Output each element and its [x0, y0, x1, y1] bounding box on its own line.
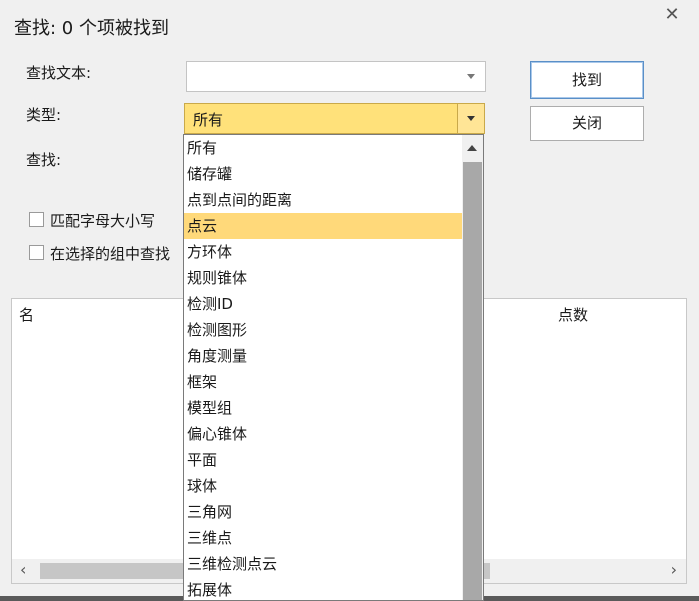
type-value: 所有: [193, 111, 224, 129]
dropdown-item[interactable]: 所有: [184, 135, 462, 161]
dropdown-item[interactable]: 检测ID: [184, 291, 462, 317]
dropdown-item[interactable]: 点云: [184, 213, 462, 239]
dropdown-item[interactable]: 偏心锥体: [184, 421, 462, 447]
search-in-selection-checkbox[interactable]: [29, 245, 44, 260]
dropdown-item[interactable]: 检测图形: [184, 317, 462, 343]
find-text-label: 查找文本:: [26, 64, 92, 82]
dropdown-item[interactable]: 拓展体: [184, 577, 462, 600]
chevron-up-icon[interactable]: [467, 145, 477, 151]
chevron-down-icon[interactable]: [457, 104, 484, 133]
dropdown-item[interactable]: 三维检测点云: [184, 551, 462, 577]
match-case-label: 匹配字母大小写: [50, 212, 156, 230]
search-in-selection-label: 在选择的组中查找: [50, 245, 171, 263]
dropdown-item[interactable]: 三角网: [184, 499, 462, 525]
dropdown-items: 所有 储存罐 点到点间的距离 点云 方环体 规则锥体 检测ID 检测图形 角度测量 框架 模型组 偏心…: [184, 135, 462, 600]
dropdown-item[interactable]: 平面: [184, 447, 462, 473]
dropdown-item[interactable]: 方环体: [184, 239, 462, 265]
type-label: 类型:: [26, 106, 62, 124]
dropdown-item[interactable]: 框架: [184, 369, 462, 395]
dropdown-item[interactable]: 球体: [184, 473, 462, 499]
dropdown-item[interactable]: 角度测量: [184, 343, 462, 369]
dropdown-item[interactable]: 模型组: [184, 395, 462, 421]
find-text-combobox[interactable]: [186, 61, 486, 92]
dropdown-item[interactable]: 点到点间的距离: [184, 187, 462, 213]
vertical-scroll-thumb[interactable]: [463, 162, 482, 600]
dropdown-item[interactable]: 储存罐: [184, 161, 462, 187]
type-combobox[interactable]: 所有: [184, 103, 485, 134]
find-button[interactable]: 找到: [530, 61, 644, 99]
chevron-left-icon[interactable]: ‹: [20, 560, 26, 579]
dropdown-item[interactable]: 规则锥体: [184, 265, 462, 291]
close-icon[interactable]: ✕: [662, 5, 682, 25]
vertical-scrollbar[interactable]: [462, 135, 483, 600]
chevron-right-icon[interactable]: ›: [671, 560, 677, 579]
chevron-down-icon[interactable]: [457, 62, 485, 91]
close-button[interactable]: 关闭: [530, 106, 644, 141]
column-header-point-count[interactable]: 点数: [558, 304, 588, 325]
match-case-checkbox[interactable]: [29, 212, 44, 227]
find-in-label: 查找:: [26, 151, 62, 169]
dialog-title: 查找: 0 个项被找到: [14, 18, 169, 39]
dropdown-item[interactable]: 三维点: [184, 525, 462, 551]
type-dropdown-list[interactable]: 所有 储存罐 点到点间的距离 点云 方环体 规则锥体 检测ID 检测图形 角度测量 框架 模型组 偏心…: [183, 134, 484, 601]
column-header-name[interactable]: 名: [19, 304, 34, 325]
